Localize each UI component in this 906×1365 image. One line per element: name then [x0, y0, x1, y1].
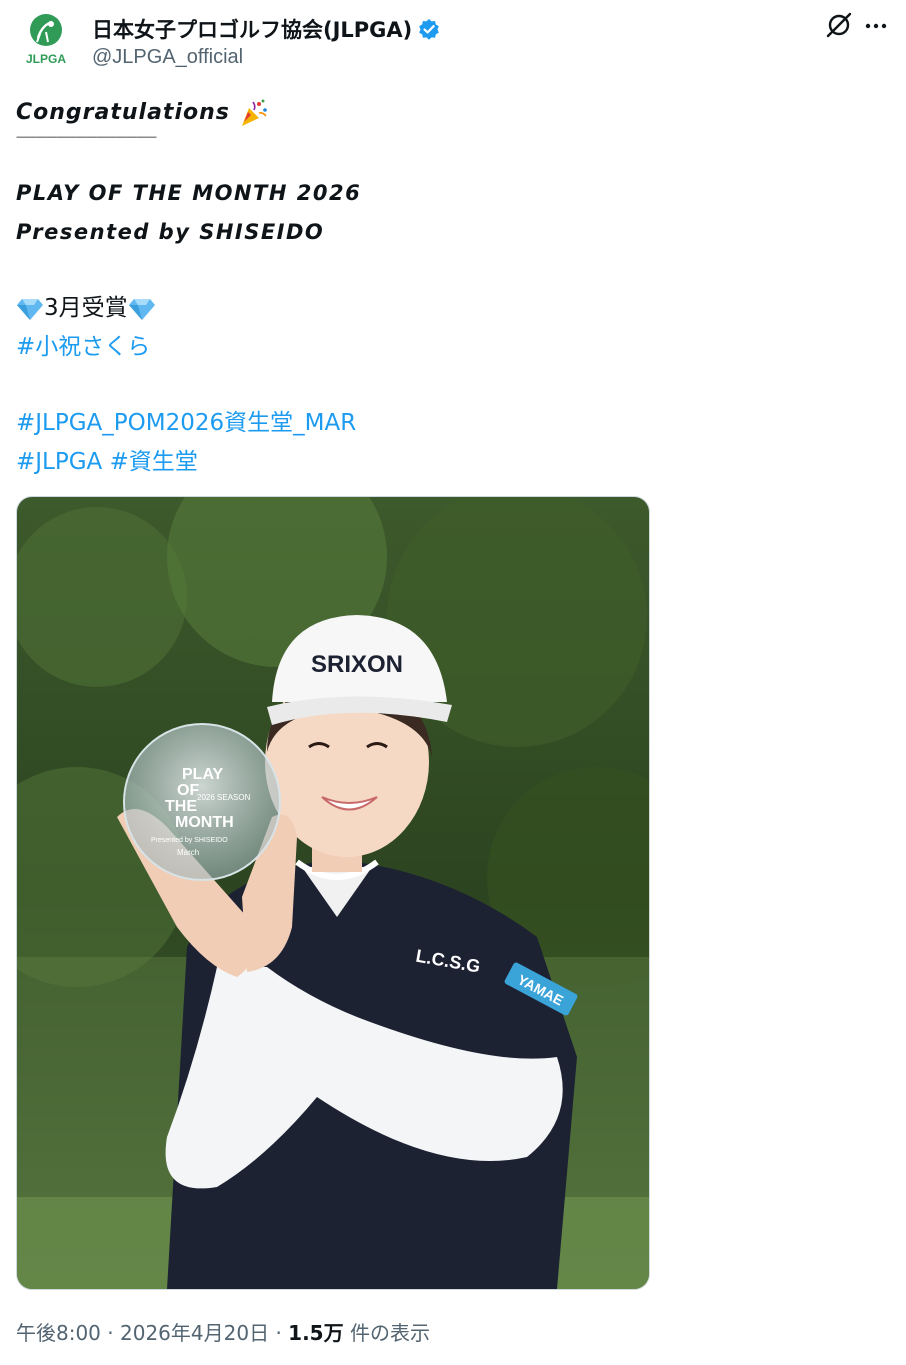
trophy-presented: Presented by SHISEIDO: [151, 837, 228, 844]
hashtag-player[interactable]: #小祝さくら: [16, 328, 876, 367]
grok-icon[interactable]: [824, 10, 854, 40]
cap-logo: SRIXON: [311, 651, 403, 678]
views-count[interactable]: 1.5万: [288, 1321, 343, 1345]
trophy-line-3: THE: [165, 798, 197, 815]
tweet-photo[interactable]: SRIXON L.C.S.G YAMAE PLAY OF THE MONTH 2…: [16, 496, 650, 1290]
trophy-month: March: [177, 848, 199, 857]
divider-rule: ——————————————: [16, 130, 157, 143]
hashtag-jlpga[interactable]: #JLPGA: [16, 449, 102, 475]
title-line-1: PLAY OF THE MONTH 2026: [16, 181, 362, 205]
photo-illustration: SRIXON L.C.S.G YAMAE PLAY OF THE MONTH 2…: [17, 497, 649, 1289]
tweet-text: Congratulations —————————————— PLAY OF T…: [16, 96, 876, 482]
party-popper-icon: [241, 99, 267, 126]
gem-icon: [128, 298, 155, 320]
meta-separator: ·: [107, 1321, 114, 1345]
tweet-meta: 午後8:00 · 2026年4月20日 · 1.5万 件の表示: [16, 1316, 430, 1350]
award-line: 3月受賞: [16, 289, 876, 328]
hashtag-row: #JLPGA #資生堂: [16, 443, 876, 482]
handle[interactable]: @JLPGA_official: [92, 46, 243, 69]
title-line-2: Presented by SHISEIDO: [16, 220, 325, 244]
hashtag-shiseido[interactable]: #資生堂: [110, 449, 198, 475]
tweet-date[interactable]: 2026年4月20日: [120, 1321, 269, 1345]
name-row: 日本女子プロゴルフ協会(JLPGA): [92, 14, 440, 44]
avatar-logo-icon: JLPGA: [26, 14, 66, 66]
display-name[interactable]: 日本女子プロゴルフ協会(JLPGA): [92, 14, 412, 44]
verified-badge-icon[interactable]: [418, 18, 440, 40]
trophy-line-1: PLAY: [182, 766, 224, 783]
award-text: 3月受賞: [44, 295, 128, 321]
congrats-line: Congratulations: [16, 96, 876, 130]
tweet-header: JLPGA 日本女子プロゴルフ協会(JLPGA) @JLPGA_official: [16, 8, 890, 72]
logo-text: JLPGA: [26, 52, 66, 66]
trophy-line-4: MONTH: [175, 814, 234, 831]
meta-separator: ·: [275, 1321, 282, 1345]
tweet-time[interactable]: 午後8:00: [16, 1321, 101, 1345]
trophy-season: 2026 SEASON: [197, 793, 251, 802]
gem-icon: [17, 298, 43, 320]
hashtag-pom[interactable]: #JLPGA_POM2026資生堂_MAR: [16, 404, 876, 443]
avatar[interactable]: JLPGA: [24, 12, 68, 68]
views-label: 件の表示: [349, 1321, 430, 1345]
congrats-text: Congratulations: [16, 100, 230, 125]
more-icon[interactable]: [862, 12, 890, 40]
